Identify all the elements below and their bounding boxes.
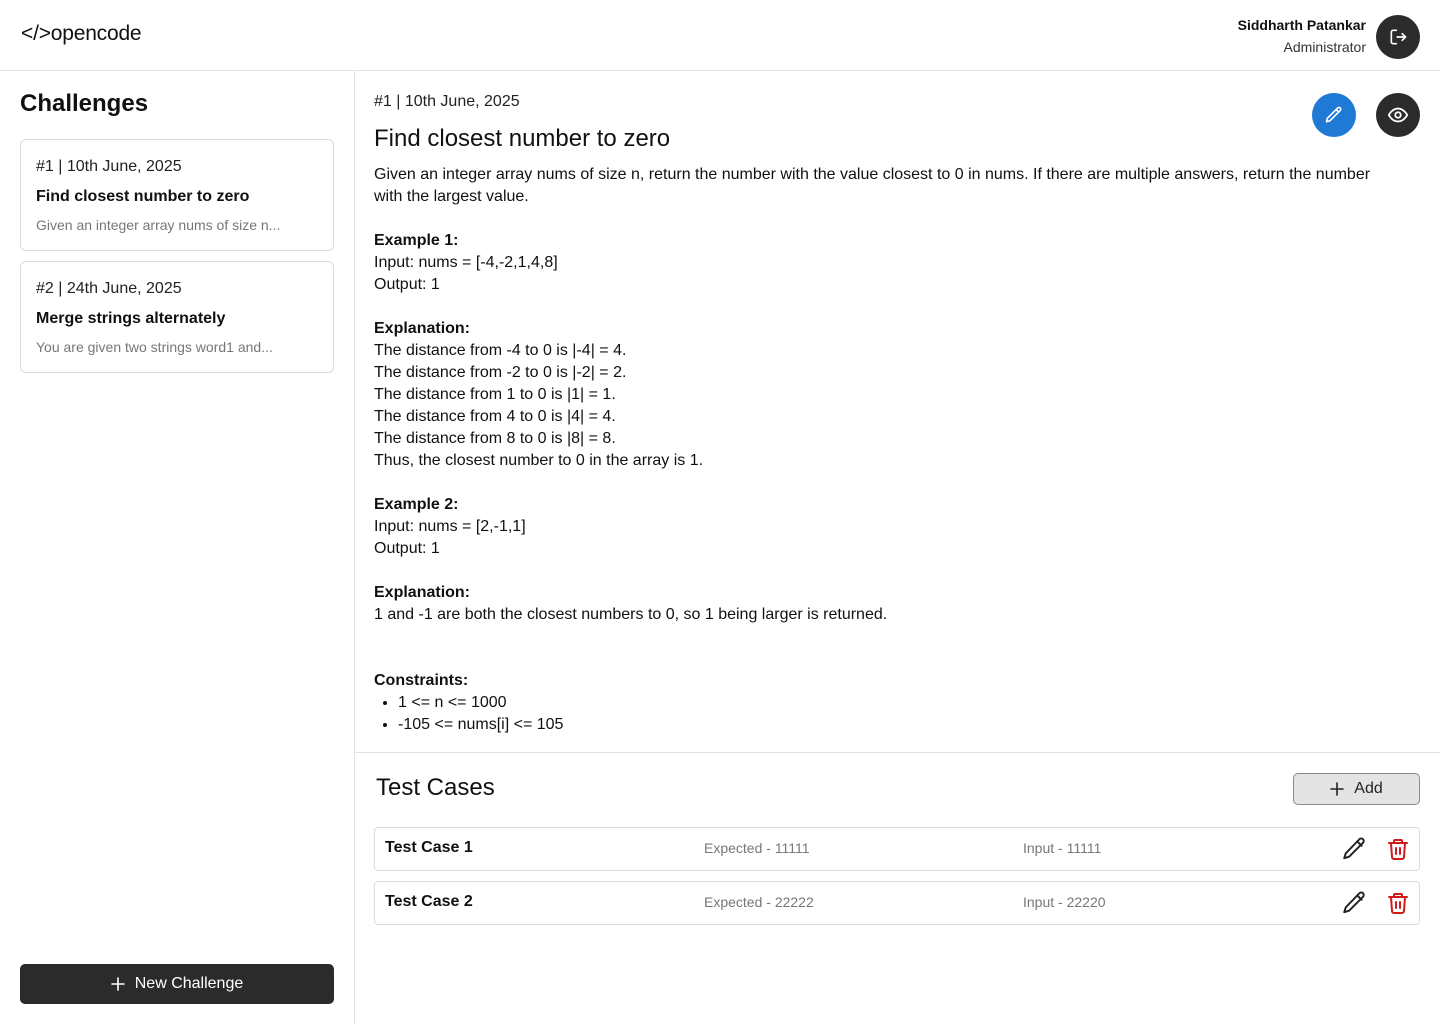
trash-icon[interactable]: [1386, 836, 1410, 862]
user-name: Siddharth Patankar: [1237, 17, 1366, 33]
challenge-meta: #1 | 10th June, 2025: [36, 158, 182, 175]
challenges-sidebar: Challenges #1 | 10th June, 2025 Find clo…: [0, 71, 355, 1024]
explanation-2-text: 1 and -1 are both the closest numbers to…: [374, 606, 888, 623]
pencil-icon[interactable]: [1341, 890, 1367, 916]
user-info: Siddharth Patankar Administrator: [1238, 15, 1366, 59]
test-cases-title: Test Cases: [376, 774, 495, 801]
test-case-expected: Expected - 11111: [704, 840, 810, 856]
logout-button[interactable]: [1376, 15, 1420, 59]
test-case-expected: Expected - 22222: [704, 894, 814, 910]
challenge-title: Merge strings alternately: [36, 310, 226, 327]
top-header: </>opencode Siddharth Patankar Administr…: [0, 0, 1440, 71]
challenge-detail: #1 | 10th June, 2025 Find closest number…: [355, 71, 1440, 1024]
test-case-row: Test Case 1 Expected - 11111 Input - 111…: [374, 827, 1420, 871]
problem-meta: #1 | 10th June, 2025: [374, 93, 520, 110]
plus-icon: [110, 977, 125, 991]
explanation-2-heading: Explanation:: [374, 584, 471, 601]
add-label: Add: [1354, 780, 1383, 797]
explanation-line: The distance from 1 to 0 is |1| = 1.: [374, 386, 616, 403]
constraint-item: 1 <= n <= 1000: [398, 692, 1394, 714]
add-test-case-button[interactable]: Add: [1293, 773, 1420, 805]
new-challenge-label: New Challenge: [134, 975, 244, 992]
constraints-list: 1 <= n <= 1000 -105 <= nums[i] <= 105: [398, 692, 1394, 736]
constraints-heading: Constraints:: [374, 672, 469, 689]
example-1-heading: Example 1:: [374, 232, 459, 249]
explanation-line: The distance from 4 to 0 is |4| = 4.: [374, 408, 616, 425]
pencil-icon[interactable]: [1341, 836, 1367, 862]
example-1-output: Output: 1: [374, 276, 440, 293]
problem-body: Given an integer array nums of size n, r…: [374, 164, 1394, 736]
section-divider: [355, 752, 1440, 753]
sidebar-title: Challenges: [20, 90, 149, 117]
test-case-name: Test Case 2: [385, 893, 473, 910]
challenge-description: You are given two strings word1 and...: [36, 339, 273, 355]
problem-statement: #1 | 10th June, 2025 Find closest number…: [374, 92, 1394, 736]
explanation-1-heading: Explanation:: [374, 320, 471, 337]
new-challenge-button[interactable]: New Challenge: [20, 964, 334, 1004]
explanation-line: The distance from -4 to 0 is |-4| = 4.: [374, 342, 627, 359]
example-2-input: Input: nums = [2,-1,1]: [374, 518, 526, 535]
example-2-heading: Example 2:: [374, 496, 459, 513]
test-case-input: Input - 22220: [1023, 894, 1106, 910]
problem-description: Given an integer array nums of size n, r…: [374, 166, 1371, 205]
challenge-title: Find closest number to zero: [36, 188, 250, 205]
test-case-name: Test Case 1: [385, 839, 473, 856]
example-2-output: Output: 1: [374, 540, 440, 557]
test-case-row: Test Case 2 Expected - 22222 Input - 222…: [374, 881, 1420, 925]
trash-icon[interactable]: [1386, 890, 1410, 916]
explanation-line: The distance from 8 to 0 is |8| = 8.: [374, 430, 616, 447]
problem-title: Find closest number to zero: [374, 125, 671, 152]
logout-icon: [1390, 29, 1407, 45]
explanation-line: The distance from -2 to 0 is |-2| = 2.: [374, 364, 627, 381]
explanation-line: Thus, the closest number to 0 in the arr…: [374, 452, 704, 469]
challenge-card-2[interactable]: #2 | 24th June, 2025 Merge strings alter…: [20, 261, 334, 373]
challenge-meta: #2 | 24th June, 2025: [36, 280, 182, 297]
app-logo[interactable]: </>opencode: [21, 22, 142, 46]
user-role: Administrator: [1283, 39, 1366, 55]
plus-icon: [1330, 782, 1345, 796]
challenge-card-1[interactable]: #1 | 10th June, 2025 Find closest number…: [20, 139, 334, 251]
test-case-input: Input - 11111: [1023, 840, 1102, 856]
example-1-input: Input: nums = [-4,-2,1,4,8]: [374, 254, 558, 271]
challenge-description: Given an integer array nums of size n...: [36, 217, 281, 233]
constraint-item: -105 <= nums[i] <= 105: [398, 714, 1394, 736]
